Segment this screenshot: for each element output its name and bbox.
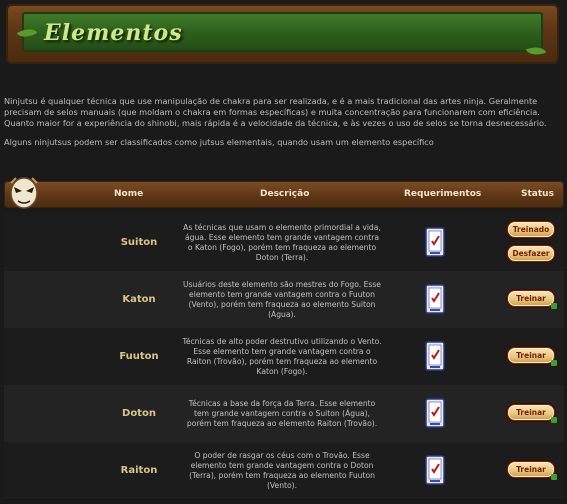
- train-button[interactable]: Treinar: [507, 347, 557, 366]
- header-banner: Elementos: [6, 4, 559, 64]
- column-header-nome: Nome: [114, 189, 144, 199]
- scroll-requirement-icon[interactable]: [424, 227, 446, 257]
- element-name: Raiton: [120, 465, 158, 476]
- leaf-icon: [16, 24, 38, 42]
- train-button-label: Treinar: [516, 351, 546, 360]
- element-description: As técnicas que usam o elemento primordi…: [183, 222, 381, 262]
- train-button[interactable]: Treinar: [507, 461, 557, 480]
- element-name: Doton: [122, 408, 156, 419]
- table-row: Fuuton Técnicas de alto poder destrutivo…: [4, 328, 564, 386]
- table-row: Suiton As técnicas que usam o elemento p…: [4, 214, 564, 272]
- table-row: Raiton O poder de rasgar os céus com o T…: [4, 442, 564, 500]
- element-name: Katon: [122, 294, 156, 305]
- table-row: Katon Usuários deste elemento são mestre…: [4, 271, 564, 329]
- intro-paragraph-2: Alguns ninjutsus podem ser classificados…: [4, 137, 434, 147]
- element-description: O poder de rasgar os céus com o Trovão. …: [189, 450, 375, 490]
- page-title: Elementos: [44, 20, 183, 46]
- element-name: Fuuton: [119, 351, 159, 362]
- ninja-mask-icon: [10, 177, 38, 209]
- scroll-requirement-icon[interactable]: [424, 284, 446, 314]
- check-icon: [551, 417, 557, 423]
- undo-button[interactable]: Desfazer: [507, 245, 555, 262]
- table-header: Nome Descrição Requerimentos Status: [4, 177, 564, 209]
- header-banner-inner: Elementos: [16, 12, 547, 59]
- train-button-label: Treinar: [516, 465, 546, 474]
- scroll-requirement-icon[interactable]: [424, 455, 446, 485]
- train-button[interactable]: Treinar: [507, 290, 557, 309]
- scroll-requirement-icon[interactable]: [424, 341, 446, 371]
- train-button-label: Treinar: [516, 294, 546, 303]
- train-button[interactable]: Treinar: [507, 404, 557, 423]
- scroll-requirement-icon[interactable]: [424, 398, 446, 428]
- trained-button[interactable]: Treinado: [507, 221, 555, 238]
- element-description: Usuários deste elemento são mestres do F…: [183, 279, 381, 319]
- column-header-status: Status: [521, 189, 554, 199]
- column-header-requerimentos: Requerimentos: [404, 189, 482, 199]
- check-icon: [551, 360, 557, 366]
- leaf-icon: [525, 43, 547, 59]
- train-button-label: Treinar: [516, 408, 546, 417]
- column-header-descricao: Descrição: [260, 189, 310, 199]
- intro-paragraph: Ninjutsu é qualquer técnica que use mani…: [4, 96, 547, 128]
- check-icon: [551, 474, 557, 480]
- check-icon: [551, 303, 557, 309]
- table-row: Doton Técnicas a base da força da Terra.…: [4, 385, 564, 443]
- element-name: Suiton: [120, 237, 158, 248]
- element-description: Técnicas de alto poder destrutivo utiliz…: [182, 336, 382, 376]
- element-description: Técnicas a base da força da Terra. Esse …: [186, 398, 378, 428]
